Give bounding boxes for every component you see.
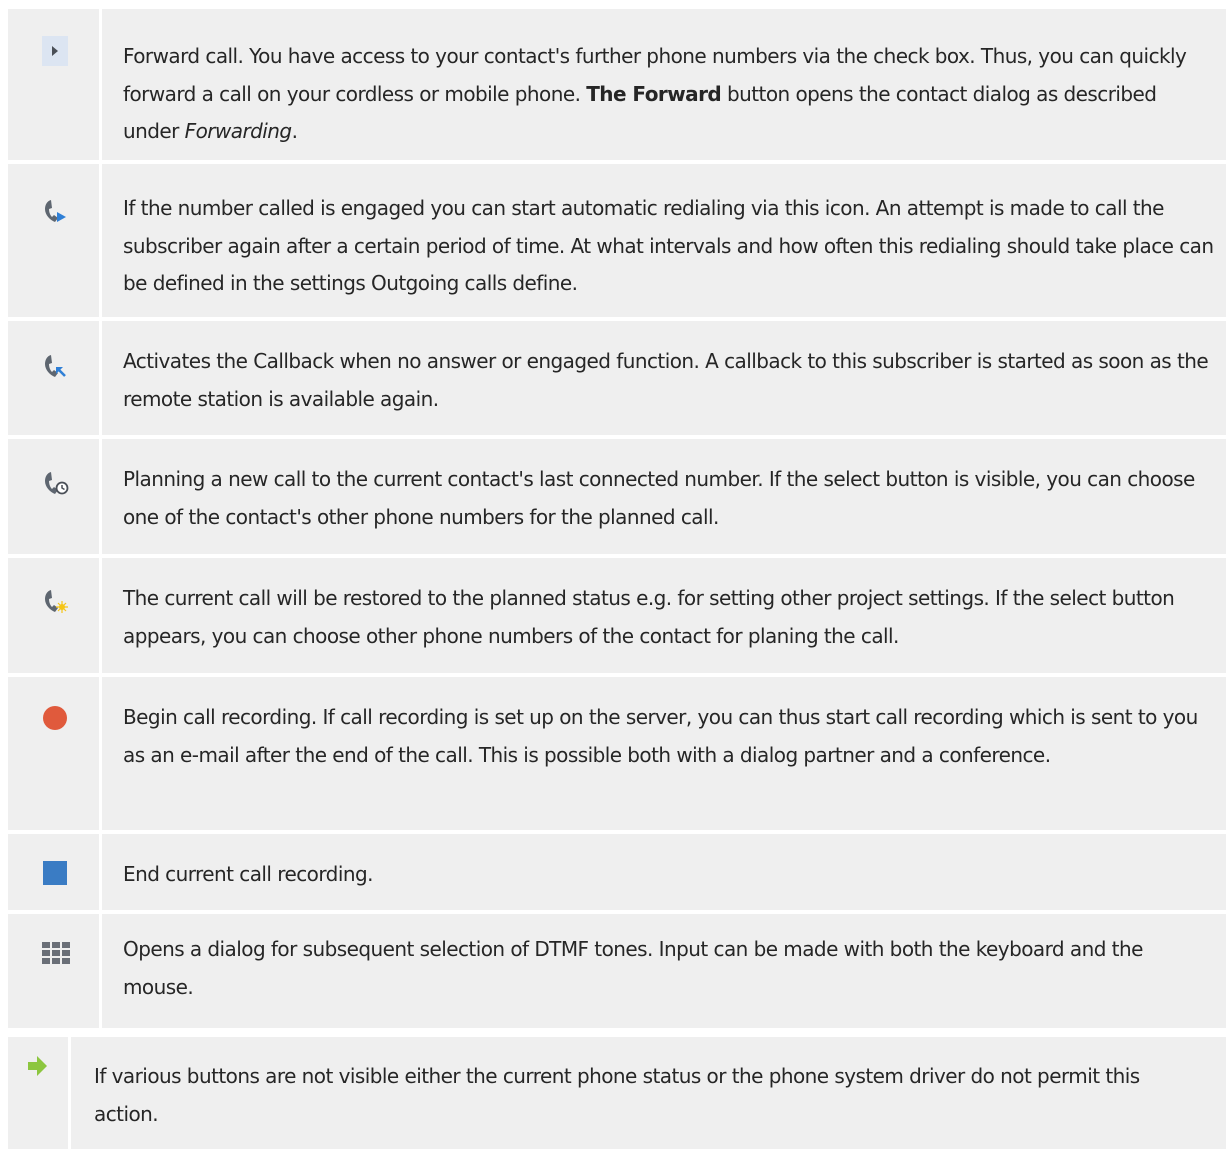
icon-cell	[8, 9, 102, 160]
row-description: Activates the Callback when no answer or…	[102, 321, 1226, 435]
icon-cell	[8, 914, 102, 1028]
button-description-table: Forward call. You have access to your co…	[8, 9, 1226, 1032]
row-description: Begin call recording. If call recording …	[102, 677, 1226, 830]
table-row-callback: Activates the Callback when no answer or…	[8, 321, 1226, 439]
table-row-restore-planned: The current call will be restored to the…	[8, 558, 1226, 677]
redial-phone-icon	[42, 196, 72, 226]
forward-button-label: The Forward	[586, 81, 722, 106]
description-text: Begin call recording. If call recording …	[123, 705, 1198, 767]
row-description: Planning a new call to the current conta…	[102, 439, 1226, 554]
table-row-begin-recording: Begin call recording. If call recording …	[8, 677, 1226, 834]
description-text: Opens a dialog for subsequent selection …	[123, 937, 1143, 999]
icon-cell	[8, 677, 102, 830]
table-row-planned-call: Planning a new call to the current conta…	[8, 439, 1226, 558]
row-description: Opens a dialog for subsequent selection …	[102, 914, 1226, 1028]
row-description: If the number called is engaged you can …	[102, 164, 1226, 317]
table-row-end-recording: End current call recording.	[8, 834, 1226, 914]
keypad-icon	[42, 942, 72, 972]
row-description: End current call recording.	[102, 834, 1226, 910]
icon-cell	[8, 321, 102, 435]
note-box: If various buttons are not visible eithe…	[8, 1037, 1226, 1149]
description-text: End current call recording.	[123, 862, 373, 886]
stop-icon	[42, 860, 72, 890]
restore-planned-phone-icon	[42, 586, 72, 616]
description-text: The current call will be restored to the…	[123, 586, 1175, 648]
table-row-dtmf: Opens a dialog for subsequent selection …	[8, 914, 1226, 1032]
icon-cell	[8, 164, 102, 317]
note-arrow-icon	[26, 1054, 56, 1084]
icon-cell	[8, 439, 102, 554]
record-icon	[42, 705, 72, 735]
icon-cell	[8, 834, 102, 910]
row-description: The current call will be restored to the…	[102, 558, 1226, 673]
note-text: If various buttons are not visible eithe…	[71, 1037, 1226, 1149]
icon-cell	[8, 558, 102, 673]
document-page: Forward call. You have access to your co…	[0, 0, 1226, 1149]
table-row-redial: If the number called is engaged you can …	[8, 164, 1226, 321]
table-row-forward: Forward call. You have access to your co…	[8, 9, 1226, 164]
forwarding-reference: Forwarding	[184, 119, 292, 143]
callback-phone-icon	[42, 351, 72, 381]
scheduled-call-phone-icon	[42, 468, 72, 498]
play-arrow-icon	[42, 36, 72, 66]
description-text: Planning a new call to the current conta…	[123, 467, 1195, 529]
description-text: Activates the Callback when no answer or…	[123, 349, 1209, 411]
description-text: .	[291, 119, 298, 143]
row-description: Forward call. You have access to your co…	[102, 9, 1226, 160]
note-icon-cell	[8, 1037, 71, 1149]
description-text: If the number called is engaged you can …	[123, 196, 1214, 295]
note-text-content: If various buttons are not visible eithe…	[94, 1064, 1140, 1126]
